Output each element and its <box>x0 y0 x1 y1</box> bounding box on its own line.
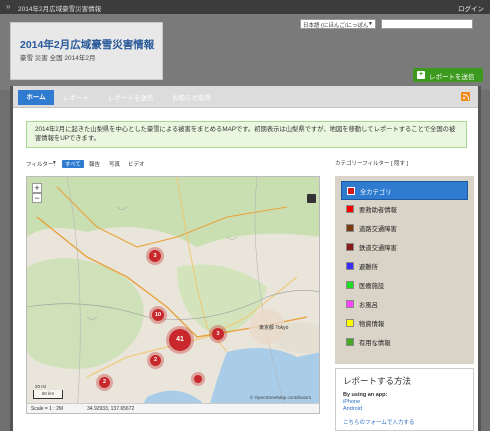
map-coordinates: 34.92933, 137.65672 <box>87 406 135 412</box>
site-title[interactable]: 2014年2月広域豪雪災害情報 <box>20 37 154 52</box>
category-swatch <box>346 205 354 213</box>
submit-report-button[interactable]: + レポートを送信 <box>413 68 483 82</box>
layers-icon[interactable] <box>307 194 316 203</box>
double-chevron-icon[interactable]: » <box>6 2 10 11</box>
category-item-all[interactable]: 全カテゴリ <box>341 181 468 200</box>
filter-news[interactable]: 報告 <box>89 160 100 168</box>
scale-mi: 20 mi <box>35 384 47 389</box>
top-bar: » 2014年2月広域豪雪災害情報 ログイン <box>0 0 490 14</box>
map-terrain <box>27 177 319 413</box>
breadcrumb[interactable]: 2014年2月広域豪雪災害情報 <box>18 3 101 13</box>
category-swatch <box>346 243 354 251</box>
rss-icon[interactable] <box>461 92 470 101</box>
nav-reports[interactable]: レポート <box>63 92 89 102</box>
report-map[interactable]: + − 東京都 Tokyo 3 10 41 3 2 2 50 km 20 mi … <box>26 176 320 414</box>
language-select-value: 日本語 (にほんご/にっぽん <box>303 23 369 29</box>
category-label: 道路交通障害 <box>359 226 397 233</box>
category-item-medical[interactable]: 医療施設 <box>341 276 468 295</box>
main-nav: ホーム レポート レポートを送信 お知らせ取得 <box>13 86 478 108</box>
submit-report-label: レポートを送信 <box>429 74 475 81</box>
category-swatch <box>346 338 354 346</box>
map-status-bar: Scale = 1 : 2M 34.92933, 137.65672 <box>27 403 319 413</box>
map-scale-text: Scale = 1 : 2M <box>31 406 64 412</box>
iphone-app-link[interactable]: iPhone <box>343 399 466 405</box>
zoom-in-button[interactable]: + <box>32 183 42 193</box>
how-to-report-box: レポートする方法 By using an app: iPhone Android… <box>335 368 474 431</box>
map-scale-bar: 50 km <box>33 390 63 399</box>
plus-icon: + <box>417 71 425 79</box>
map-place-label: 東京都 Tokyo <box>259 325 289 331</box>
map-cluster[interactable]: 41 <box>169 329 191 351</box>
how-to-report-title: レポートする方法 <box>343 376 412 386</box>
category-label: 鉄道交通障害 <box>359 245 397 252</box>
site-logo-box[interactable]: 2014年2月広域豪雪災害情報 豪雪 災害 全国 2014年2月 <box>10 22 163 80</box>
filter-photo[interactable]: 写真 <box>109 160 120 168</box>
nav-alerts[interactable]: お知らせ取得 <box>172 92 211 102</box>
category-label: 全カテゴリ <box>360 189 392 196</box>
category-label: 要救助者情報 <box>359 207 397 214</box>
header: 2014年2月広域豪雪災害情報 豪雪 災害 全国 2014年2月 日本語 (にほ… <box>0 14 490 90</box>
site-tagline: 豪雪 災害 全国 2014年2月 <box>20 55 96 62</box>
web-form-link[interactable]: こちらのフォームで入力する <box>343 418 466 426</box>
android-app-link[interactable]: Android <box>343 406 466 412</box>
nav-home[interactable]: ホーム <box>18 90 54 105</box>
category-swatch <box>346 262 354 270</box>
category-item-shelter[interactable]: 避難所 <box>341 257 468 276</box>
main-panel: ホーム レポート レポートを送信 お知らせ取得 2014年2月に起きた山梨県を中… <box>10 86 481 431</box>
chevron-down-icon: ▼ <box>368 21 373 27</box>
category-filter-label[interactable]: カテゴリーフィルター [ 隠す ] <box>335 159 408 167</box>
login-link[interactable]: ログイン <box>458 3 484 13</box>
map-cluster[interactable]: 3 <box>212 328 224 340</box>
category-item-useful[interactable]: 有用な情報 <box>341 333 468 352</box>
category-item-road[interactable]: 道路交通障害 <box>341 219 468 238</box>
category-label: 避難所 <box>359 264 378 271</box>
search-input[interactable] <box>381 19 473 29</box>
category-swatch <box>347 187 355 195</box>
category-label: 医療施設 <box>359 283 385 290</box>
map-cluster[interactable]: 10 <box>152 309 164 321</box>
how-to-report-subtitle: By using an app: <box>343 392 388 398</box>
map-attribution[interactable]: © OpenStreetMap contributors <box>250 395 311 400</box>
category-label: 有用な情報 <box>359 340 391 347</box>
chevron-down-icon[interactable]: ▾ <box>53 160 56 166</box>
intro-notice: 2014年2月に起きた山梨県を中心とした豪雪による被害をまとめるMAPです。初期… <box>26 121 467 148</box>
category-swatch <box>346 281 354 289</box>
map-cluster[interactable] <box>194 375 202 383</box>
category-label: お風呂 <box>359 302 378 309</box>
category-label: 物資情報 <box>359 321 385 328</box>
filter-all[interactable]: すべて <box>62 160 84 168</box>
category-item-supplies[interactable]: 物資情報 <box>341 314 468 333</box>
language-select[interactable]: 日本語 (にほんご/にっぽん ▼ <box>300 19 376 29</box>
zoom-out-button[interactable]: − <box>32 193 42 203</box>
scale-km: 50 km <box>41 391 55 396</box>
map-cluster[interactable]: 2 <box>150 355 161 366</box>
filter-video[interactable]: ビデオ <box>128 160 145 168</box>
category-swatch <box>346 224 354 232</box>
map-cluster[interactable]: 2 <box>99 377 110 388</box>
category-swatch <box>346 319 354 327</box>
nav-submit-report[interactable]: レポートを送信 <box>108 92 154 102</box>
category-item-rescue[interactable]: 要救助者情報 <box>341 200 468 219</box>
map-cluster[interactable]: 3 <box>149 250 161 262</box>
category-item-rail[interactable]: 鉄道交通障害 <box>341 238 468 257</box>
category-item-bath[interactable]: お風呂 <box>341 295 468 314</box>
category-swatch <box>346 300 354 308</box>
category-panel: 全カテゴリ 要救助者情報 道路交通障害 鉄道交通障害 避難所 医療施設 お風呂 <box>335 176 474 364</box>
